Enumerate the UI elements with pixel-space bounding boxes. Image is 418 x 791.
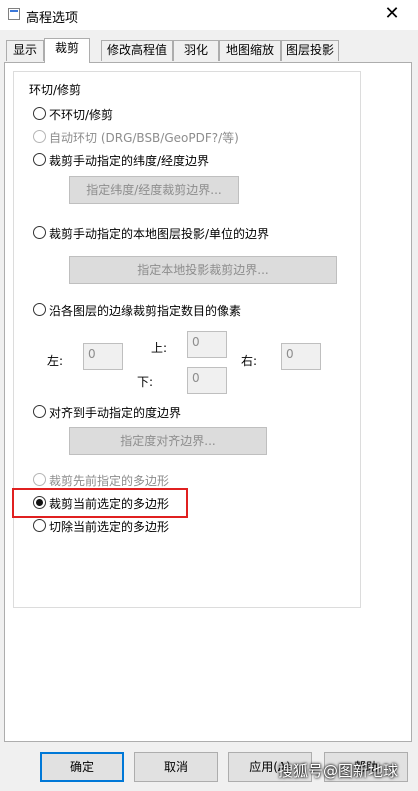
tab-layer-projection[interactable]: 图层投影: [281, 40, 339, 61]
label-no-crop: 不环切/修剪: [49, 108, 114, 122]
radio-align-degree[interactable]: [33, 405, 46, 418]
pixel-bottom-input: 0: [187, 367, 227, 394]
tab-feather[interactable]: 羽化: [173, 40, 219, 61]
group-title: 环切/修剪: [29, 83, 82, 97]
ok-button[interactable]: 确定: [40, 752, 124, 782]
window-title: 高程选项: [26, 11, 79, 26]
pixel-left-label: 左:: [47, 354, 64, 368]
app-icon: [8, 8, 20, 20]
label-manual-latlon: 裁剪手动指定的纬度/经度边界: [49, 154, 210, 168]
selection-highlight-box: [12, 488, 188, 518]
pixel-bottom-label: 下:: [137, 375, 154, 389]
specify-degree-align-bounds-button: 指定度对齐边界...: [69, 427, 267, 455]
specify-local-projection-bounds-button: 指定本地投影裁剪边界...: [69, 256, 337, 284]
radio-prev-polygon: [33, 473, 46, 486]
crop-tab-page: 环切/修剪 不环切/修剪 自动环切 (DRG/BSB/GeoPDF?/等) 裁剪…: [4, 62, 412, 742]
radio-cut-polygon[interactable]: [33, 519, 46, 532]
radio-manual-latlon[interactable]: [33, 153, 46, 166]
pixel-top-input: 0: [187, 331, 227, 358]
radio-no-crop[interactable]: [33, 107, 46, 120]
specify-latlon-bounds-button: 指定纬度/经度裁剪边界...: [69, 176, 239, 204]
watermark: 搜狐号@图新地球: [278, 762, 399, 780]
tab-display[interactable]: 显示: [6, 40, 44, 61]
pixel-left-input: 0: [83, 343, 123, 370]
label-align-degree: 对齐到手动指定的度边界: [49, 406, 182, 420]
tab-modify-elevation[interactable]: 修改高程值: [101, 40, 173, 61]
tab-crop[interactable]: 裁剪: [44, 38, 90, 63]
radio-auto-crop: [33, 130, 46, 143]
label-edge-pixels: 沿各图层的边缘裁剪指定数目的像素: [49, 304, 242, 318]
close-icon[interactable]: ✕: [372, 0, 412, 30]
pixel-top-label: 上:: [151, 341, 168, 355]
label-prev-polygon: 裁剪先前指定的多边形: [49, 474, 170, 488]
pixel-right-input: 0: [281, 343, 321, 370]
label-local-projection: 裁剪手动指定的本地图层投影/单位的边界: [49, 227, 270, 241]
radio-edge-pixels[interactable]: [33, 303, 46, 316]
cancel-button[interactable]: 取消: [134, 752, 218, 782]
tab-bar: 显示 裁剪 修改高程值 羽化 地图缩放 图层投影: [4, 38, 414, 63]
label-cut-polygon: 切除当前选定的多边形: [49, 520, 170, 534]
pixel-right-label: 右:: [241, 354, 258, 368]
label-auto-crop: 自动环切 (DRG/BSB/GeoPDF?/等): [49, 131, 239, 145]
radio-local-projection[interactable]: [33, 226, 46, 239]
tab-map-zoom[interactable]: 地图缩放: [219, 40, 281, 61]
title-bar: 高程选项 ✕: [0, 0, 418, 30]
